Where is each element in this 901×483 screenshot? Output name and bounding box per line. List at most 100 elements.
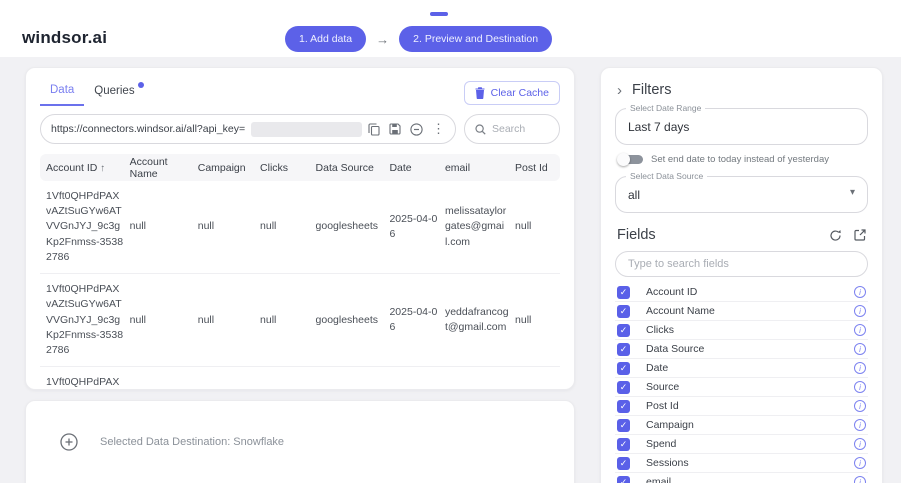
- copy-icon[interactable]: [368, 123, 380, 136]
- collapse-chevron-icon[interactable]: ›: [617, 83, 622, 98]
- info-icon[interactable]: i: [854, 476, 866, 483]
- end-date-toggle[interactable]: [617, 153, 643, 166]
- search-icon: [475, 124, 486, 135]
- checkbox-checked-icon[interactable]: ✓: [617, 419, 630, 432]
- column-header-post_id[interactable]: Post Id: [515, 162, 554, 174]
- cell-account_id: 1Vft0QHPdPAXvAZtSuGYw6ATVVGnJYJ_9c3gKp2F…: [46, 282, 130, 358]
- date-range-label: Select Date Range: [626, 103, 705, 113]
- column-header-account_id[interactable]: Account ID ↑: [46, 162, 130, 174]
- toggle-knob: [617, 153, 630, 166]
- info-icon[interactable]: i: [854, 400, 866, 412]
- field-label: Data Source: [646, 343, 704, 355]
- field-item[interactable]: ✓ Account ID i: [615, 283, 868, 302]
- tab-data[interactable]: Data: [40, 80, 84, 106]
- info-icon[interactable]: i: [854, 381, 866, 393]
- info-icon[interactable]: i: [854, 419, 866, 431]
- destination-card: Selected Data Destination: Snowflake: [25, 400, 575, 483]
- cell-post_id: null: [515, 313, 554, 328]
- queries-badge-dot: [138, 82, 144, 88]
- field-item[interactable]: ✓emaili: [615, 473, 868, 483]
- save-icon[interactable]: [389, 123, 401, 135]
- trash-icon: [475, 87, 485, 99]
- checkbox-checked-icon[interactable]: ✓: [617, 362, 630, 375]
- step-arrow-icon: →: [376, 32, 389, 47]
- open-external-icon[interactable]: [854, 229, 866, 242]
- field-item[interactable]: ✓Post Idi: [615, 397, 868, 416]
- api-key-redacted: [251, 122, 362, 137]
- field-item[interactable]: ✓ Spend i: [615, 435, 868, 454]
- date-range-select[interactable]: Select Date Range Last 7 days: [615, 108, 868, 145]
- field-item[interactable]: ✓ Data Source i: [615, 340, 868, 359]
- cell-post_id: null: [515, 219, 554, 234]
- app-window: windsor.ai 1. Add data → 2. Preview and …: [0, 0, 901, 483]
- step-add-data-button[interactable]: 1. Add data: [285, 26, 366, 52]
- fields-search[interactable]: [615, 251, 868, 277]
- cell-date: 2025-04-06: [389, 212, 445, 242]
- api-url-field[interactable]: https://connectors.windsor.ai/all?api_ke…: [40, 114, 456, 144]
- field-item[interactable]: ✓Datei: [615, 359, 868, 378]
- field-label: Source: [646, 381, 679, 393]
- field-item[interactable]: ✓ Sessions i: [615, 454, 868, 473]
- column-header-date[interactable]: Date: [389, 162, 445, 174]
- column-header-campaign[interactable]: Campaign: [198, 162, 260, 174]
- step-preview-destination-button[interactable]: 2. Preview and Destination: [399, 26, 552, 52]
- end-date-toggle-label: Set end date to today instead of yesterd…: [651, 154, 829, 165]
- cell-email: melissataylorgates@gmail.com: [445, 204, 515, 250]
- checkbox-checked-icon[interactable]: ✓: [617, 286, 630, 299]
- info-icon[interactable]: i: [854, 343, 866, 355]
- destination-label: Selected Data Destination: Snowflake: [100, 436, 284, 448]
- checkbox-checked-icon[interactable]: ✓: [617, 381, 630, 394]
- checkbox-checked-icon[interactable]: ✓: [617, 343, 630, 356]
- info-icon[interactable]: i: [854, 457, 866, 469]
- date-range-value: Last 7 days: [628, 120, 689, 134]
- field-label: Account ID: [646, 286, 697, 298]
- circle-minus-icon[interactable]: [410, 123, 423, 136]
- field-label: Clicks: [646, 324, 674, 336]
- field-item[interactable]: ✓ Source i: [615, 378, 868, 397]
- checkbox-checked-icon[interactable]: ✓: [617, 324, 630, 337]
- info-icon[interactable]: i: [854, 438, 866, 450]
- clear-cache-button[interactable]: Clear Cache: [464, 81, 560, 105]
- data-source-label: Select Data Source: [626, 171, 707, 181]
- cell-account_id: 1Vft0QHPdPAXvAZtSuGYw6ATVVGnJYJ_9c3gKp2F…: [46, 189, 130, 265]
- field-label: Sessions: [646, 457, 689, 469]
- fields-title: Fields: [617, 227, 656, 243]
- field-item[interactable]: ✓Campaigni: [615, 416, 868, 435]
- api-url-text: https://connectors.windsor.ai/all?api_ke…: [51, 123, 245, 135]
- table-row[interactable]: 1Vft0QHPdPAXvAZtSuGYw6ATVVGnJYJ_9c3gKp2F…: [40, 274, 560, 367]
- search-input[interactable]: [492, 123, 548, 135]
- checkbox-checked-icon[interactable]: ✓: [617, 476, 630, 483]
- field-label: Spend: [646, 438, 676, 450]
- checkbox-checked-icon[interactable]: ✓: [617, 400, 630, 413]
- checkbox-checked-icon[interactable]: ✓: [617, 457, 630, 470]
- info-icon[interactable]: i: [854, 324, 866, 336]
- column-header-data_source[interactable]: Data Source: [316, 162, 390, 174]
- sort-asc-icon: ↑: [97, 163, 105, 174]
- column-header-email[interactable]: email: [445, 162, 515, 174]
- data-source-select[interactable]: Select Data Source all ▾: [615, 176, 868, 213]
- table-search[interactable]: [464, 114, 560, 144]
- column-header-account_name[interactable]: Account Name: [130, 156, 198, 180]
- info-icon[interactable]: i: [854, 286, 866, 298]
- info-icon[interactable]: i: [854, 362, 866, 374]
- checkbox-checked-icon[interactable]: ✓: [617, 438, 630, 451]
- tab-queries[interactable]: Queries: [84, 81, 144, 105]
- filters-card: › Filters Select Date Range Last 7 days …: [600, 67, 883, 483]
- info-icon[interactable]: i: [854, 305, 866, 317]
- cell-account_name: null: [130, 313, 198, 328]
- table-row[interactable]: 1Vft0QHPdPAXvAZtSuGYw6ATVVGnJYJ_9c3gKp2F…: [40, 367, 560, 390]
- cell-campaign: null: [198, 219, 260, 234]
- fields-search-input[interactable]: [628, 258, 855, 270]
- table-header: Account ID ↑Account NameCampaignClicksDa…: [40, 154, 560, 181]
- expand-circle-icon[interactable]: [60, 433, 78, 451]
- field-item[interactable]: ✓ Clicks i: [615, 321, 868, 340]
- field-item[interactable]: ✓Account Namei: [615, 302, 868, 321]
- refresh-icon[interactable]: [829, 229, 842, 242]
- cell-campaign: null: [198, 313, 260, 328]
- table-row[interactable]: 1Vft0QHPdPAXvAZtSuGYw6ATVVGnJYJ_9c3gKp2F…: [40, 181, 560, 274]
- column-header-clicks[interactable]: Clicks: [260, 162, 316, 174]
- checkbox-checked-icon[interactable]: ✓: [617, 305, 630, 318]
- clear-cache-label: Clear Cache: [491, 87, 549, 99]
- more-options-icon[interactable]: ⋮: [432, 121, 445, 137]
- step-nav: 1. Add data → 2. Preview and Destination: [285, 26, 552, 52]
